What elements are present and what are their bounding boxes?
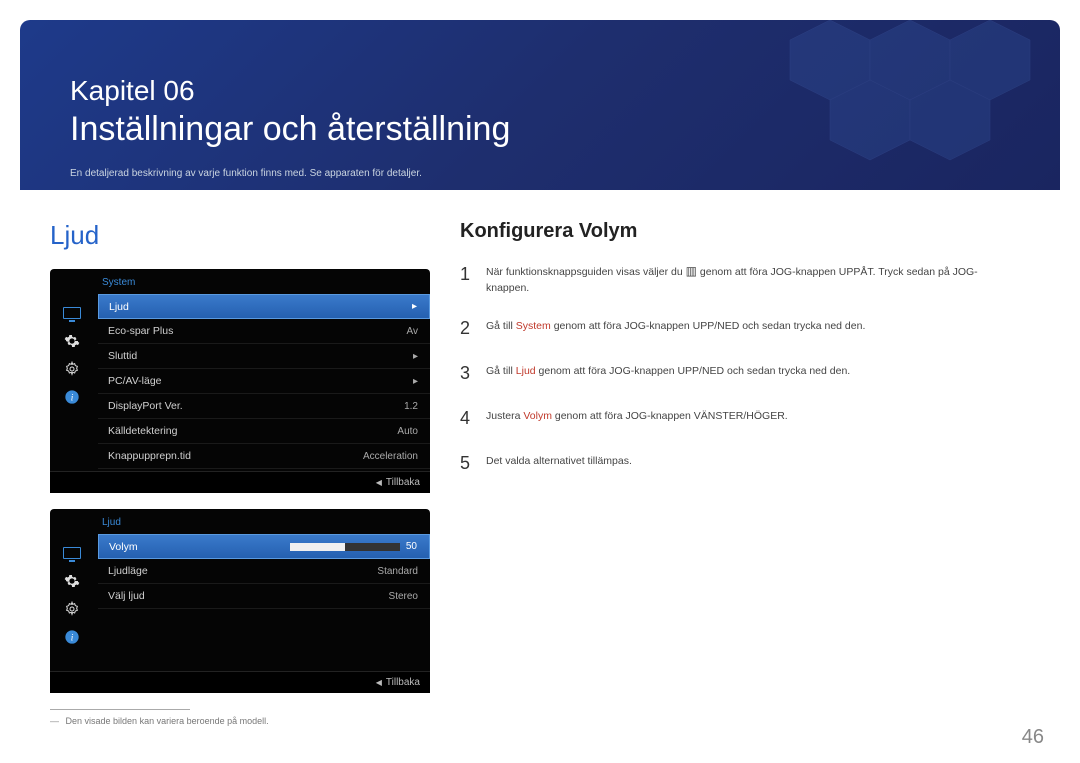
step-number: 3 [460, 360, 486, 387]
osd-row-label: PC/AV-läge [108, 375, 413, 387]
osd-row-valjljud[interactable]: Välj ljud Stereo [98, 584, 430, 609]
osd-row-label: Knappupprepn.tid [108, 450, 363, 462]
chapter-header: Kapitel 06 Inställningar och återställni… [20, 20, 1060, 190]
osd-row-value: 50 [406, 541, 417, 552]
osd-row-value: ▸ [413, 376, 418, 387]
settings-icon [50, 567, 94, 595]
osd-footer-label: Tillbaka [386, 677, 420, 688]
osd-row-value: Av [407, 326, 419, 337]
gear-outline-icon [50, 355, 94, 383]
osd-row-label: Källdetektering [108, 425, 397, 437]
osd-row-label: Välj ljud [108, 590, 389, 602]
step-text: När funktionsknappsguiden visas väljer d… [486, 261, 1020, 297]
step-4: 4 Justera Volym genom att föra JOG-knapp… [460, 405, 1020, 432]
info-icon: i [50, 383, 94, 411]
keyword-volym: Volym [523, 410, 552, 422]
osd-row-kalldetektering[interactable]: Källdetektering Auto [98, 419, 430, 444]
left-column: Ljud i System Ljud ▸ [50, 220, 430, 726]
osd-row-pcav[interactable]: PC/AV-läge ▸ [98, 369, 430, 394]
osd-footer-label: Tillbaka [386, 477, 420, 488]
osd-menu-system: i System Ljud ▸ Eco-spar Plus Av [50, 269, 430, 493]
page: Kapitel 06 Inställningar och återställni… [0, 0, 1080, 763]
osd-row-ljud[interactable]: Ljud ▸ [98, 294, 430, 319]
osd-row-value: Auto [397, 426, 418, 437]
step-text: Gå till System genom att föra JOG-knappe… [486, 315, 865, 342]
back-arrow-icon: ◀ [376, 678, 382, 687]
keyword-system: System [516, 320, 551, 332]
osd-row-label: Volym [109, 541, 290, 553]
svg-text:i: i [71, 393, 74, 403]
content: Ljud i System Ljud ▸ [50, 220, 1030, 726]
osd-row-knappupprepn[interactable]: Knappupprepn.tid Acceleration [98, 444, 430, 469]
osd-footer: ◀ Tillbaka [50, 671, 430, 693]
step-number: 5 [460, 450, 486, 477]
chapter-title: Inställningar och återställning [70, 110, 510, 149]
osd-footer: ◀ Tillbaka [50, 471, 430, 493]
info-icon: i [50, 623, 94, 651]
osd-row-value: Standard [377, 566, 418, 577]
step-3: 3 Gå till Ljud genom att föra JOG-knappe… [460, 360, 1020, 387]
osd-menu-ljud: i Ljud Volym 50 Ljudläge Standard [50, 509, 430, 693]
svg-text:i: i [71, 633, 74, 643]
chapter-subtitle: En detaljerad beskrivning av varje funkt… [70, 168, 422, 179]
step-number: 2 [460, 315, 486, 342]
osd-row-label: Ljudläge [108, 565, 377, 577]
osd-row-volym[interactable]: Volym 50 [98, 534, 430, 559]
back-arrow-icon: ◀ [376, 478, 382, 487]
osd-row-label: DisplayPort Ver. [108, 400, 404, 412]
page-number: 46 [1022, 726, 1044, 749]
keyword-ljud: Ljud [516, 365, 536, 377]
step-2: 2 Gå till System genom att föra JOG-knap… [460, 315, 1020, 342]
osd-header: Ljud [50, 517, 430, 534]
section-title-ljud: Ljud [50, 220, 430, 251]
volume-slider[interactable] [290, 541, 406, 553]
osd-row-sluttid[interactable]: Sluttid ▸ [98, 344, 430, 369]
steps-list: 1 När funktionsknappsguiden visas väljer… [460, 261, 1020, 477]
footnote-text: Den visade bilden kan variera beroende p… [66, 716, 269, 726]
monitor-icon [50, 539, 94, 567]
step-number: 4 [460, 405, 486, 432]
right-column: Konfigurera Volym 1 När funktionsknappsg… [460, 220, 1020, 495]
osd-row-value: ▸ [413, 351, 418, 362]
footnote: ― Den visade bilden kan variera beroende… [50, 716, 430, 726]
chapter-label: Kapitel 06 [70, 75, 195, 107]
osd-row-displayport[interactable]: DisplayPort Ver. 1.2 [98, 394, 430, 419]
monitor-icon [50, 299, 94, 327]
cube-pattern-decoration [760, 20, 1060, 190]
osd-row-value: Acceleration [363, 451, 418, 462]
osd-row-value: Stereo [389, 591, 418, 602]
step-text: Det valda alternativet tillämpas. [486, 450, 632, 477]
osd-sidebar: i [50, 269, 94, 471]
step-1: 1 När funktionsknappsguiden visas väljer… [460, 261, 1020, 297]
osd-row-label: Eco-spar Plus [108, 325, 407, 337]
osd-row-ljudlage[interactable]: Ljudläge Standard [98, 559, 430, 584]
settings-icon [50, 327, 94, 355]
step-text: Gå till Ljud genom att föra JOG-knappen … [486, 360, 850, 387]
osd-row-value: 1.2 [404, 401, 418, 412]
step-number: 1 [460, 261, 486, 297]
gear-outline-icon [50, 595, 94, 623]
osd-row-label: Ljud [109, 301, 412, 313]
section-title-konfigurera: Konfigurera Volym [460, 220, 1020, 243]
step-5: 5 Det valda alternativet tillämpas. [460, 450, 1020, 477]
osd-row-value: ▸ [412, 301, 417, 312]
menu-box-icon: ▥ [686, 264, 697, 278]
footnote-dash: ― [50, 716, 59, 726]
osd-row-ecospar[interactable]: Eco-spar Plus Av [98, 319, 430, 344]
osd-row-label: Sluttid [108, 350, 413, 362]
step-text: Justera Volym genom att föra JOG-knappen… [486, 405, 788, 432]
footnote-divider [50, 709, 190, 710]
osd-header: System [50, 277, 430, 294]
